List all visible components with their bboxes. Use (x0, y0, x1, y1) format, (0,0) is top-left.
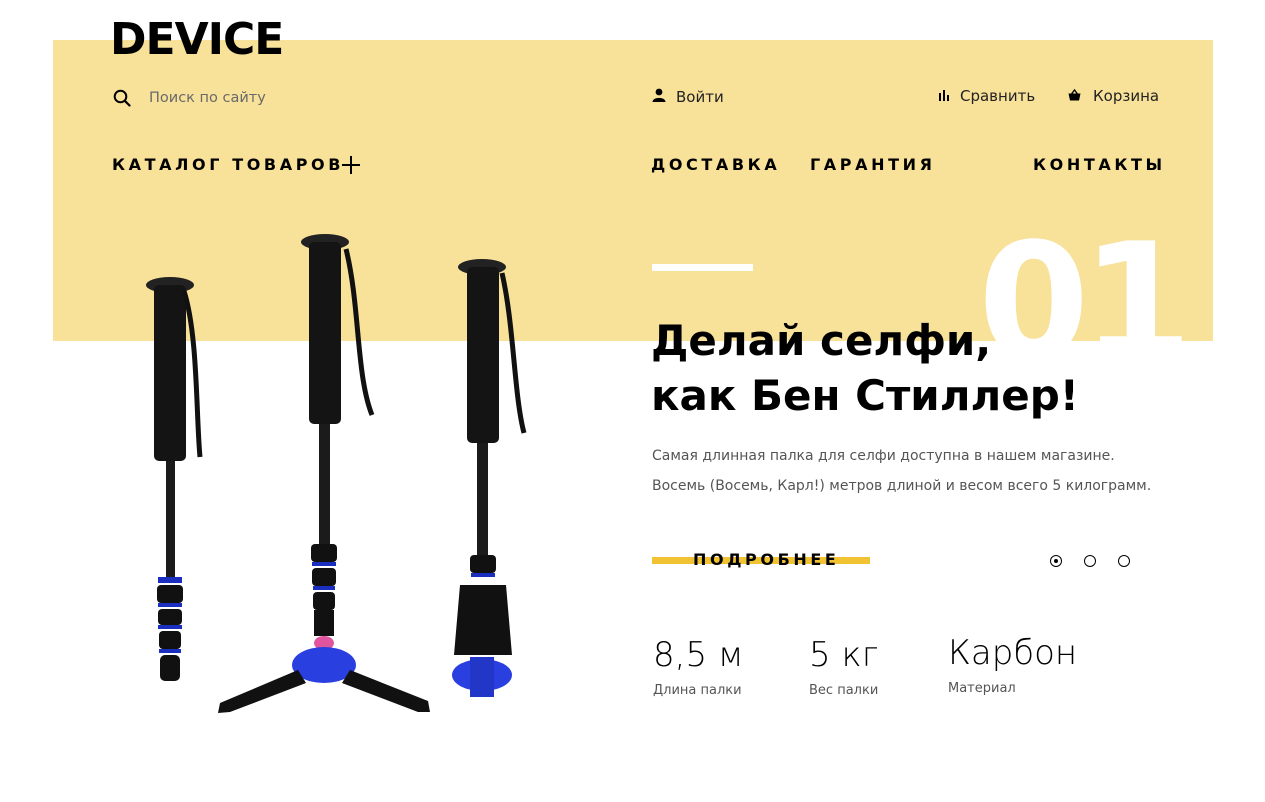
slide-title: Делай селфи, как Бен Стиллер! (651, 313, 1211, 423)
slide-title-line-1: Делай селфи, (651, 316, 992, 365)
search-icon[interactable] (113, 89, 131, 107)
slide-description-line-2: Восемь (Восемь, Карл!) метров длиной и в… (652, 478, 1152, 494)
more-button-label: ПОДРОБНЕЕ (693, 550, 840, 569)
monopod-right (452, 259, 527, 697)
basket-icon (1068, 87, 1081, 105)
cart-link[interactable]: Корзина (1068, 87, 1159, 105)
more-button[interactable]: ПОДРОБНЕЕ (652, 548, 870, 572)
slide-title-line-2: как Бен Стиллер! (651, 371, 1079, 420)
feature-weight: 5 кг Вес палки (809, 632, 878, 700)
login-link[interactable]: Войти (652, 88, 724, 106)
slide-description: Самая длинная палка для селфи доступна в… (652, 441, 1212, 501)
compare-icon (938, 87, 950, 105)
nav-warranty[interactable]: ГАРАНТИЯ (810, 155, 936, 175)
monopod-middle (218, 234, 430, 713)
logo[interactable]: DEVICE (110, 14, 284, 66)
slider-pagination (1050, 555, 1130, 567)
feature-length-value: 8,5 м (653, 635, 744, 675)
feature-weight-value: 5 кг (809, 635, 879, 675)
login-label: Войти (676, 88, 724, 106)
slider-dot-3[interactable] (1118, 555, 1130, 567)
user-icon (652, 88, 666, 106)
nav-catalog[interactable]: КАТАЛОГ ТОВАРОВ (112, 155, 344, 175)
nav-contacts[interactable]: КОНТАКТЫ (1033, 155, 1166, 175)
accent-line (652, 264, 753, 271)
product-image (146, 234, 527, 713)
slider-dot-2[interactable] (1084, 555, 1096, 567)
compare-label: Сравнить (960, 87, 1036, 105)
monopod-left (146, 277, 203, 681)
search-input[interactable] (149, 90, 399, 106)
compare-link[interactable]: Сравнить (938, 87, 1035, 105)
nav-delivery[interactable]: ДОСТАВКА (651, 155, 780, 175)
cart-label: Корзина (1093, 87, 1160, 105)
feature-length-label: Длина палки (653, 683, 742, 698)
slider-dot-1[interactable] (1050, 555, 1062, 567)
slide-description-line-1: Самая длинная палка для селфи доступна в… (652, 448, 1115, 464)
feature-material: Карбон Материал (948, 630, 1077, 698)
feature-material-label: Материал (948, 681, 1016, 696)
plus-icon[interactable] (342, 156, 360, 174)
feature-material-value: Карбон (948, 633, 1078, 673)
feature-length: 8,5 м Длина палки (653, 632, 744, 700)
feature-weight-label: Вес палки (809, 683, 879, 698)
search-form (113, 86, 399, 110)
